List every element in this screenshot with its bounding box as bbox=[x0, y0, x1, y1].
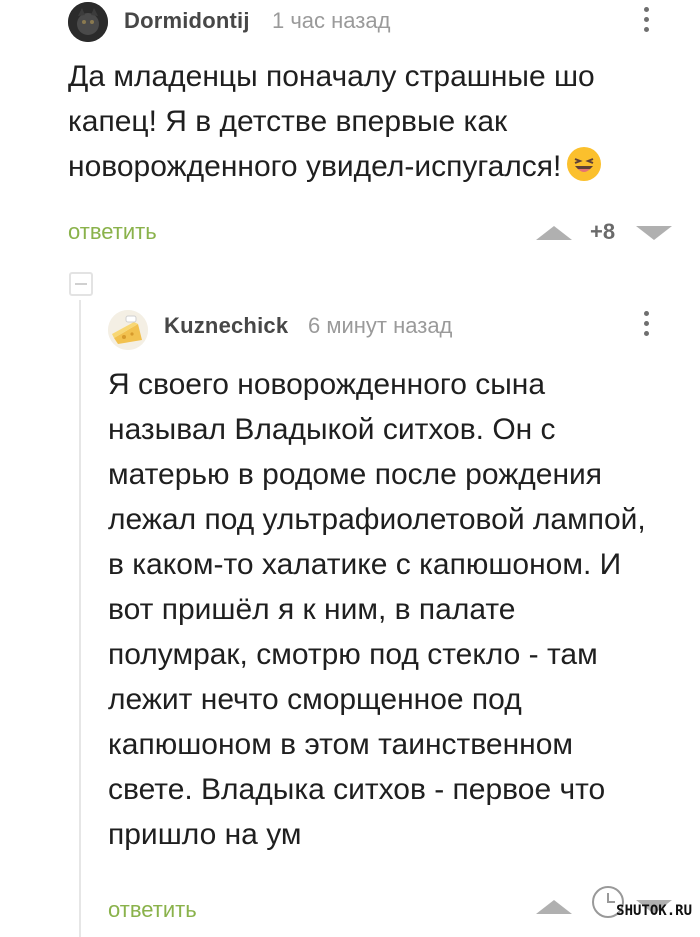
author-name[interactable]: Kuznechick bbox=[164, 313, 288, 339]
comment-text-line: свете. Владыка ситхов - первое что bbox=[108, 773, 606, 806]
comment-text-line: пришло на ум bbox=[108, 818, 302, 851]
comment-text-fragment: новорожденного увидел-испугался! bbox=[68, 150, 562, 183]
comment-text-line: Да младенцы поначалу страшные шо bbox=[68, 60, 595, 93]
comment-text: Я своего новорожденного сына называл Вла… bbox=[108, 362, 688, 857]
reply-link[interactable]: ответить bbox=[68, 219, 157, 245]
comment-time[interactable]: 1 час назад bbox=[272, 8, 390, 34]
thread-line[interactable] bbox=[79, 300, 81, 937]
laughing-face-icon bbox=[567, 147, 602, 181]
comment-text-line: называл Владыкой ситхов. Он с bbox=[108, 413, 556, 446]
comment-text-line: полумрак, смотрю под стекло - там bbox=[108, 638, 598, 671]
comment-time[interactable]: 6 минут назад bbox=[308, 313, 452, 339]
comment-text-line: лежал под ультрафиолетовой лампой, bbox=[108, 503, 646, 536]
upvote-arrow-icon[interactable] bbox=[536, 900, 572, 914]
avatar[interactable] bbox=[108, 310, 148, 350]
comment-score: +8 bbox=[590, 219, 616, 244]
watermark: SHUTOK.RU bbox=[616, 903, 692, 919]
comment-text-line: капец! Я в детстве впервые как bbox=[68, 105, 508, 138]
comment-text-line: матерью в родоме после рождения bbox=[108, 458, 603, 491]
comment-text: Да младенцы поначалу страшные шо капец! … bbox=[68, 54, 678, 189]
comment-text-line: капюшоном в этом таинственном bbox=[108, 728, 574, 761]
upvote-arrow-icon[interactable] bbox=[536, 226, 572, 240]
downvote-arrow-icon[interactable] bbox=[636, 226, 672, 240]
more-options-icon[interactable] bbox=[642, 311, 650, 341]
comment-text-line: лежит нечто сморщенное под bbox=[108, 683, 522, 716]
author-name[interactable]: Dormidontij bbox=[124, 8, 250, 34]
comment-text-line: вот пришёл я к ним, в палате bbox=[108, 593, 516, 626]
avatar[interactable] bbox=[68, 2, 108, 42]
comment-text-line: в каком-то халатике с капюшоном. И bbox=[108, 548, 622, 581]
reply-link[interactable]: ответить bbox=[108, 897, 197, 923]
collapse-thread-icon[interactable] bbox=[69, 272, 93, 296]
comment-text-line: новорожденного увидел-испугался! bbox=[68, 144, 678, 189]
comment-text-line: Я своего новорожденного сына bbox=[108, 368, 546, 401]
more-options-icon[interactable] bbox=[642, 7, 650, 37]
